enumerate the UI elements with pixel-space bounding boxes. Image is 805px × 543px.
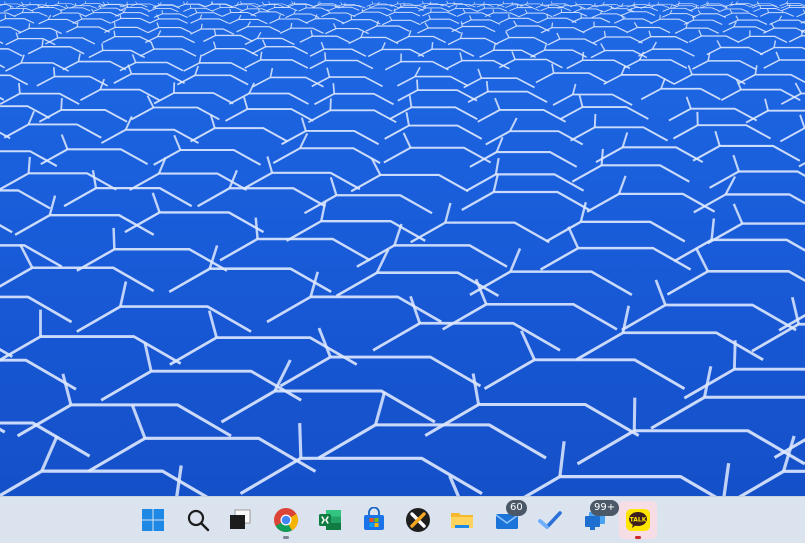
taskbar: 60 99+ TALK: [0, 496, 805, 543]
running-indicator: [635, 536, 641, 539]
task-view-button[interactable]: [221, 501, 259, 539]
x-app-icon: [406, 508, 430, 532]
excel-taskbar-button[interactable]: [311, 501, 349, 539]
start-button[interactable]: [134, 501, 172, 539]
store-taskbar-button[interactable]: [355, 501, 393, 539]
desktop-wallpaper: [0, 0, 805, 496]
folder-icon: [451, 513, 473, 528]
mail-taskbar-button[interactable]: 60: [488, 500, 527, 539]
kakaotalk-icon: TALK: [626, 509, 650, 531]
salt-flat-cracks: [0, 0, 805, 496]
chrome-icon: [274, 508, 298, 533]
task-view-icon: [230, 509, 251, 529]
kakaotalk-label: TALK: [630, 516, 647, 523]
todo-taskbar-button[interactable]: [531, 501, 569, 539]
checkmark-icon: [538, 511, 562, 529]
x-app-taskbar-button[interactable]: [399, 501, 437, 539]
remote-app-badge: 99+: [590, 500, 620, 516]
windows-logo-icon: [142, 509, 164, 531]
file-explorer-taskbar-button[interactable]: [443, 501, 481, 539]
chrome-taskbar-button[interactable]: [267, 501, 305, 539]
remote-app-taskbar-button[interactable]: 99+: [576, 500, 620, 539]
kakaotalk-taskbar-button[interactable]: TALK: [619, 501, 657, 539]
excel-icon: [319, 510, 341, 530]
search-button[interactable]: [179, 501, 217, 539]
search-icon: [187, 509, 210, 532]
mail-badge: 60: [506, 500, 527, 516]
running-indicator: [283, 536, 289, 539]
microsoft-store-icon: [364, 507, 384, 530]
